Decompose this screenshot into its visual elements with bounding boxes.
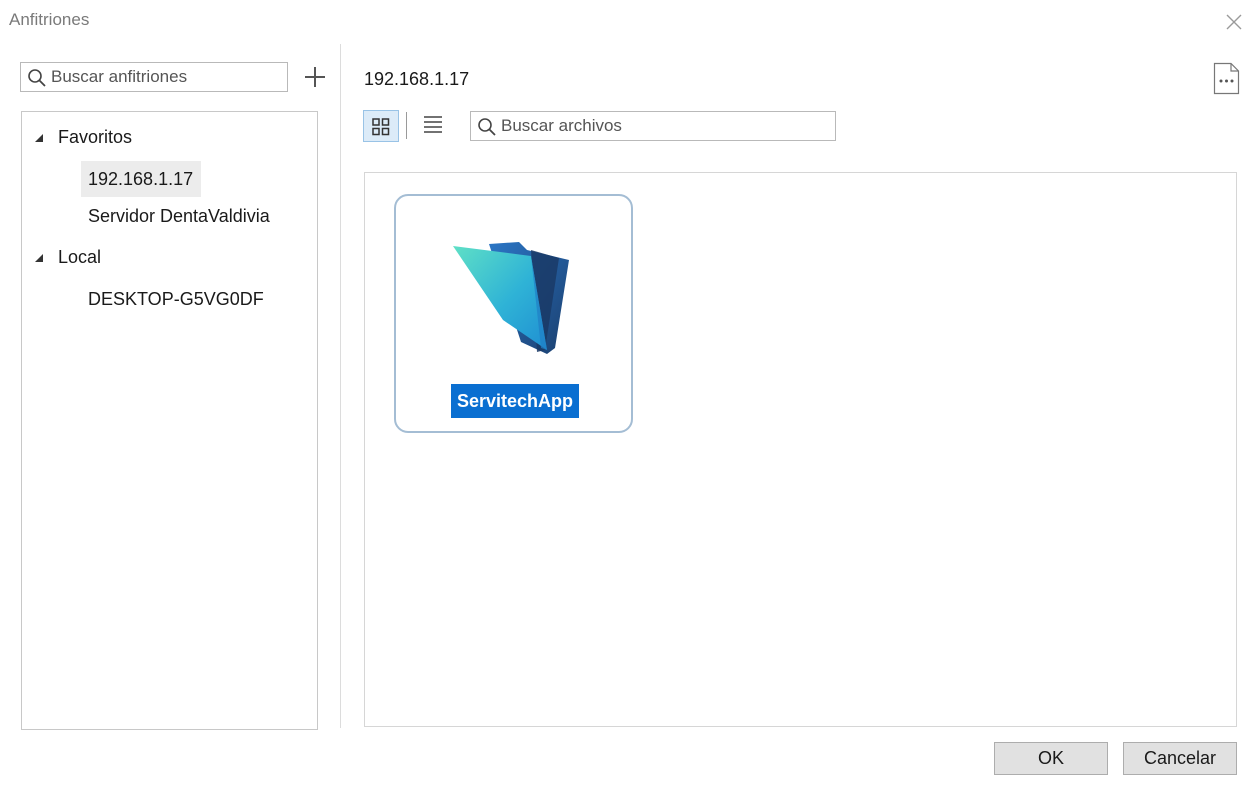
tree-item-servidor-dentavaldivia[interactable]: Servidor DentaValdivia: [81, 198, 278, 234]
close-icon: [1226, 14, 1242, 30]
host-search-input[interactable]: [51, 64, 283, 90]
list-view-icon: [424, 116, 442, 133]
tree-group-label: Favoritos: [58, 127, 133, 147]
grid-view-icon: [372, 118, 390, 136]
view-toggle-divider: [406, 112, 407, 139]
plus-icon: [305, 67, 325, 87]
search-icon: [28, 69, 46, 87]
cancel-button[interactable]: Cancelar: [1123, 742, 1237, 775]
ok-button[interactable]: OK: [994, 742, 1108, 775]
pane-divider: [340, 44, 341, 728]
file-search-box[interactable]: [470, 111, 836, 141]
tree-item-desktop-g5vg0df[interactable]: DESKTOP-G5VG0DF: [81, 281, 272, 317]
hosts-dialog: Anfitriones Favoritos 192.168.1.17 Servi: [0, 0, 1255, 788]
tree-group-label: Local: [58, 247, 102, 267]
host-search-box[interactable]: [20, 62, 288, 92]
file-tile-servitechapp[interactable]: ServitechApp: [394, 194, 633, 433]
host-tree: Favoritos 192.168.1.17 Servidor DentaVal…: [21, 111, 318, 730]
tree-group-local[interactable]: Local: [22, 244, 317, 272]
close-button[interactable]: [1222, 10, 1246, 34]
tree-item-label: Servidor DentaValdivia: [88, 206, 270, 226]
tree-item-label: 192.168.1.17: [88, 169, 194, 189]
add-host-button[interactable]: [302, 64, 328, 90]
file-search-input[interactable]: [501, 113, 831, 139]
search-icon: [478, 118, 496, 136]
tree-group-favoritos[interactable]: Favoritos: [22, 124, 317, 152]
more-options-button[interactable]: [1213, 62, 1240, 95]
collapse-arrow-icon[interactable]: [34, 253, 44, 263]
list-view-button[interactable]: [420, 112, 446, 138]
collapse-arrow-icon[interactable]: [34, 133, 44, 143]
file-browser: ServitechApp: [364, 172, 1237, 727]
tree-item-host-192-168-1-17[interactable]: 192.168.1.17: [81, 161, 202, 197]
filemaker-folder-icon: [453, 242, 569, 354]
tree-item-label: DESKTOP-G5VG0DF: [88, 289, 264, 309]
file-name-label: ServitechApp: [451, 384, 580, 418]
more-document-icon: [1213, 62, 1240, 95]
current-host-label: 192.168.1.17: [364, 69, 470, 89]
dialog-title: Anfitriones: [9, 10, 90, 29]
grid-view-button[interactable]: [363, 110, 399, 142]
